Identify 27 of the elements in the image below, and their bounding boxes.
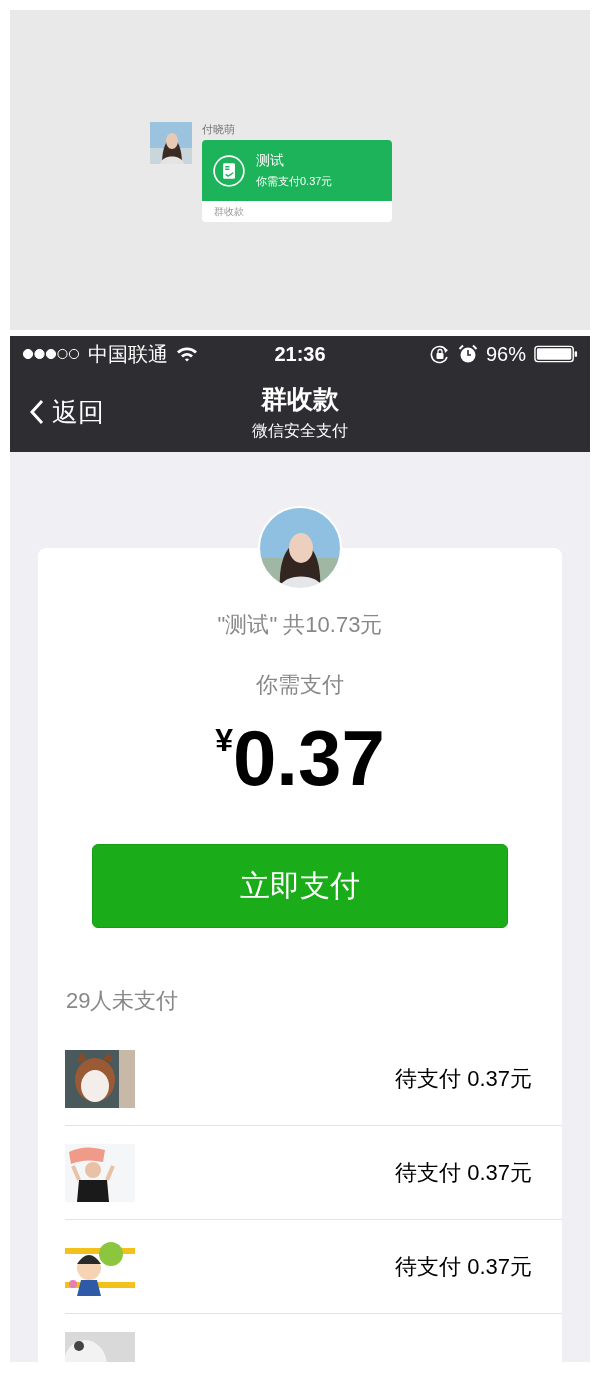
message-subtitle: 你需支付0.37元	[256, 174, 333, 189]
carrier-name: 中国联通	[88, 341, 168, 367]
pending-payment-amount: 待支付 0.37元	[395, 1252, 532, 1281]
pay-now-button[interactable]: 立即支付	[92, 844, 508, 928]
alarm-icon	[457, 344, 478, 364]
pending-payment-amount: 待支付 0.37元	[395, 1158, 532, 1187]
amount-due: 0.37	[233, 718, 385, 798]
wifi-icon	[176, 346, 198, 362]
sender-name: 付晓萌	[202, 122, 236, 136]
payment-message-card[interactable]: 测试 你需支付0.37元 群收款	[202, 140, 392, 222]
amount-label: 你需支付	[256, 671, 344, 699]
message-source: 群收款	[214, 204, 244, 219]
pending-payment-amount: 待支付 0.37元	[395, 1064, 532, 1093]
unpaid-count: 29人未支付	[66, 987, 179, 1015]
receipt-icon	[212, 153, 246, 188]
currency-symbol: ¥	[215, 722, 233, 758]
battery-percent: 96%	[485, 342, 526, 366]
back-button[interactable]: 返回	[10, 394, 104, 430]
page-title: 群收款	[261, 383, 339, 416]
clock-time: 21:36	[274, 342, 326, 366]
collection-summary: "测试" 共10.73元	[217, 611, 383, 639]
back-chevron-icon	[30, 399, 44, 425]
battery-icon	[534, 344, 578, 364]
signal-icon	[22, 348, 80, 360]
message-title: 测试	[256, 152, 285, 170]
rotation-lock-icon	[429, 344, 450, 364]
page-subtitle: 微信安全支付	[252, 421, 348, 441]
